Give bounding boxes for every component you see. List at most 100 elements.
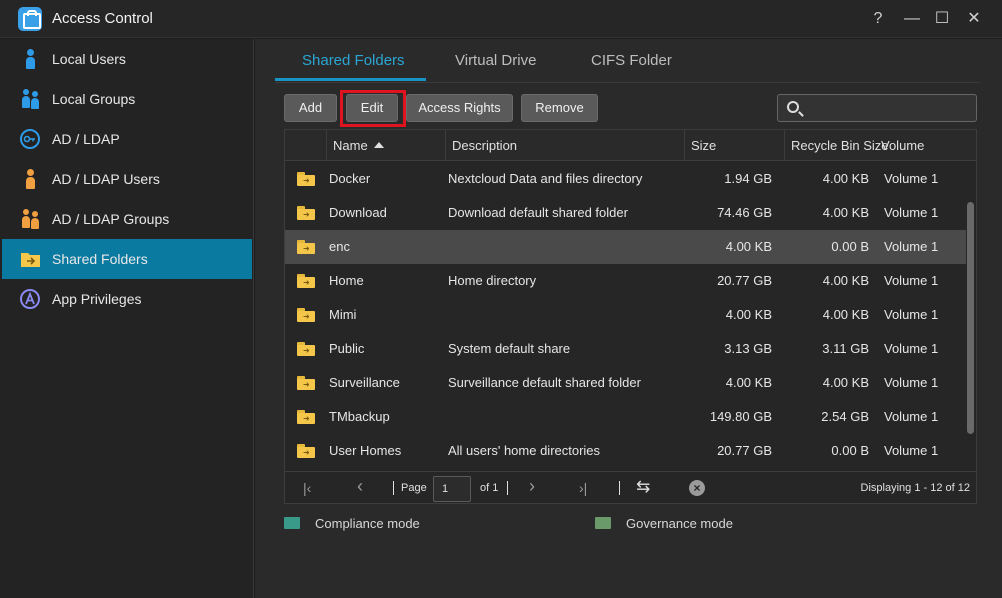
cell-size: 4.00 KB <box>725 307 772 322</box>
ldap-group-icon <box>20 209 42 229</box>
governance-mode-icon <box>595 517 611 529</box>
table-row[interactable]: ➜ Download Download default shared folder 7… <box>285 196 966 230</box>
search-box[interactable] <box>777 94 977 122</box>
cell-description: Nextcloud Data and files directory <box>448 171 643 186</box>
cell-size: 4.00 KB <box>725 375 772 390</box>
cell-name: Download <box>329 205 387 220</box>
sort-ascending-icon <box>373 142 384 148</box>
cell-volume: Volume 1 <box>884 341 939 356</box>
first-page-icon[interactable]: |‹ <box>303 480 311 496</box>
cell-description: Home directory <box>448 273 537 288</box>
table-row[interactable]: ➜ Mimi 4.00 KB 4.00 KB Volume 1 <box>285 298 966 332</box>
previous-page-icon[interactable]: ‹ <box>357 476 363 497</box>
sidebar-item-ad-ldap-groups[interactable]: AD / LDAP Groups <box>2 199 252 239</box>
header-description[interactable]: Description <box>445 130 684 161</box>
sidebar-item-app-privileges[interactable]: App Privileges <box>2 279 252 319</box>
page-label: Page <box>401 482 427 494</box>
table-row[interactable]: ➜ Public System default share 3.13 GB 3.11 G… <box>285 332 966 366</box>
header-name[interactable]: Name <box>326 130 445 161</box>
cell-size: 3.13 GB <box>724 341 772 356</box>
table-row[interactable]: ➜ User Homes All users' home directories 20… <box>285 434 966 468</box>
cell-recycle-bin-size: 4.00 KB <box>822 307 869 322</box>
sidebar: Local Users Local Groups AD / LDAP AD / … <box>0 39 254 598</box>
pagination-bar: |‹ ‹ Page of 1 › ›| ⇆ × Displaying 1 - 1… <box>285 471 976 504</box>
cell-volume: Volume 1 <box>884 375 939 390</box>
shared-folders-table: Name Description Size Recycle Bin Size V… <box>284 129 977 504</box>
minimize-icon[interactable]: — <box>902 9 922 29</box>
group-icon <box>20 89 42 109</box>
key-icon <box>20 129 42 149</box>
pager-separator <box>507 481 508 495</box>
window-title: Access Control <box>52 10 153 27</box>
compliance-mode-icon <box>284 517 300 529</box>
cell-name: Surveillance <box>329 375 400 390</box>
ldap-user-icon <box>20 169 42 189</box>
header-recycle-bin-size[interactable]: Recycle Bin Size <box>784 130 889 161</box>
sidebar-item-label: Shared Folders <box>52 251 148 267</box>
table-row[interactable]: ➜ Docker Nextcloud Data and files director… <box>285 162 966 196</box>
edit-highlight-box <box>340 90 406 127</box>
cell-volume: Volume 1 <box>884 307 939 322</box>
access-rights-button[interactable]: Access Rights <box>406 94 513 122</box>
maximize-icon[interactable]: ☐ <box>932 9 952 29</box>
header-icon-column <box>285 130 326 161</box>
cell-volume: Volume 1 <box>884 205 939 220</box>
tab-cifs-folder[interactable]: CIFS Folder <box>591 52 672 69</box>
pager-separator <box>619 481 620 495</box>
cell-recycle-bin-size: 2.54 GB <box>821 409 869 424</box>
displaying-count: Displaying 1 - 12 of 12 <box>860 482 970 494</box>
next-page-icon[interactable]: › <box>529 476 535 497</box>
sidebar-item-label: AD / LDAP <box>52 131 120 147</box>
cell-name: Home <box>329 273 364 288</box>
governance-mode-label: Governance mode <box>626 516 733 531</box>
shared-folder-icon: ➜ <box>297 444 315 458</box>
cell-description: Download default shared folder <box>448 205 628 220</box>
tab-shared-folders[interactable]: Shared Folders <box>302 52 405 69</box>
sidebar-item-label: Local Groups <box>52 91 136 107</box>
table-row[interactable]: ➜ TMbackup 149.80 GB 2.54 GB Volume 1 <box>285 400 966 434</box>
cell-description: All users' home directories <box>448 443 601 458</box>
remove-button[interactable]: Remove <box>521 94 598 122</box>
search-icon <box>787 101 799 113</box>
access-control-app-icon <box>18 7 42 31</box>
cell-name: Docker <box>329 171 371 186</box>
sidebar-item-local-users[interactable]: Local Users <box>2 39 252 79</box>
cell-name: Mimi <box>329 307 357 322</box>
clear-filter-icon[interactable]: × <box>689 480 705 496</box>
last-page-icon[interactable]: ›| <box>579 480 587 496</box>
shared-folder-icon: ➜ <box>297 206 315 220</box>
cell-description: Surveillance default shared folder <box>448 375 641 390</box>
main-panel: Shared Folders Virtual Drive CIFS Folder… <box>255 39 1002 598</box>
table-row[interactable]: ➜ enc 4.00 KB 0.00 B Volume 1 <box>285 230 966 264</box>
cell-volume: Volume 1 <box>884 171 939 186</box>
shared-folder-icon <box>20 249 42 269</box>
active-tab-indicator <box>275 78 426 81</box>
vertical-scrollbar[interactable] <box>967 202 974 434</box>
sidebar-item-shared-folders[interactable]: Shared Folders <box>2 239 252 279</box>
cell-size: 20.77 GB <box>717 273 772 288</box>
help-icon[interactable]: ? <box>868 9 888 29</box>
search-input[interactable] <box>806 98 966 118</box>
app-privileges-icon <box>20 289 42 309</box>
header-size[interactable]: Size <box>684 130 784 161</box>
header-volume[interactable]: Volume <box>881 130 976 161</box>
cell-volume: Volume 1 <box>884 273 939 288</box>
add-button[interactable]: Add <box>284 94 337 122</box>
sidebar-item-local-groups[interactable]: Local Groups <box>2 79 252 119</box>
table-row[interactable]: ➜ Surveillance Surveillance default shared… <box>285 366 966 400</box>
tab-virtual-drive[interactable]: Virtual Drive <box>455 52 536 69</box>
page-number-input[interactable] <box>433 476 471 502</box>
cell-recycle-bin-size: 0.00 B <box>831 239 869 254</box>
table-row[interactable]: ➜ Home Home directory 20.77 GB 4.00 KB Volume… <box>285 264 966 298</box>
sidebar-item-ad-ldap[interactable]: AD / LDAP <box>2 119 252 159</box>
sidebar-item-label: AD / LDAP Groups <box>52 211 170 227</box>
shared-folder-icon: ➜ <box>297 172 315 186</box>
close-icon[interactable]: ✕ <box>964 9 984 29</box>
sidebar-item-ad-ldap-users[interactable]: AD / LDAP Users <box>2 159 252 199</box>
cell-volume: Volume 1 <box>884 443 939 458</box>
refresh-icon[interactable]: ⇆ <box>636 477 650 497</box>
cell-size: 149.80 GB <box>709 409 772 424</box>
cell-name: Public <box>329 341 365 356</box>
cell-size: 74.46 GB <box>717 205 772 220</box>
user-icon <box>20 49 42 69</box>
